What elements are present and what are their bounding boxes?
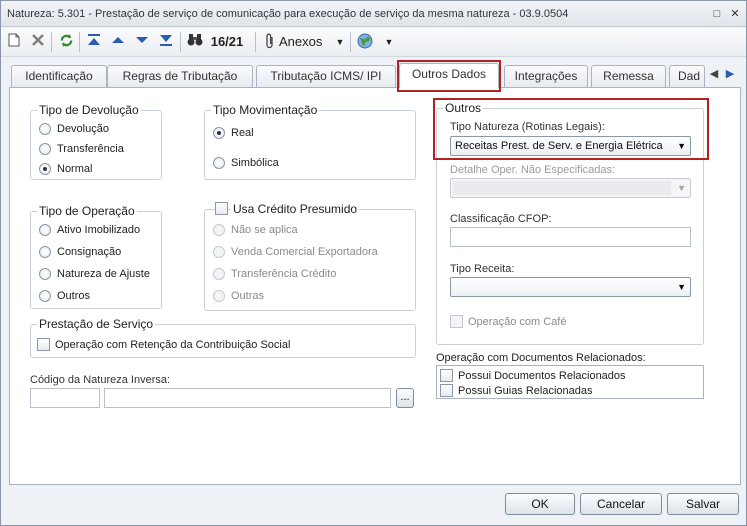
tab-remessa[interactable]: Remessa: [591, 65, 666, 87]
credito-presumido-group: Usa Crédito Presumido Não se aplica Vend…: [204, 202, 416, 311]
window-title: Natureza: 5.301 - Prestação de serviço d…: [7, 8, 569, 20]
tipo-receita-dropdown-icon: ▼: [677, 282, 686, 292]
first-record-icon[interactable]: [85, 33, 103, 51]
consignacao-label: Consignação: [57, 246, 122, 258]
normal-radio[interactable]: [39, 163, 51, 175]
tipo-operacao-group: Tipo de Operação Ativo Imobilizado Consi…: [30, 204, 162, 309]
transferencia-radio[interactable]: [39, 143, 51, 155]
natureza-inversa-label: Código da Natureza Inversa:: [30, 374, 171, 386]
binoculars-icon[interactable]: [186, 33, 204, 51]
retencao-contribuicao-social-label: Operação com Retenção da Contribuição So…: [55, 339, 291, 351]
close-icon[interactable]: ✕: [727, 6, 743, 22]
real-label: Real: [231, 127, 254, 139]
ativo-imobilizado-radio[interactable]: [39, 224, 51, 236]
venda-comercial-exportadora-label: Venda Comercial Exportadora: [231, 246, 378, 258]
usa-credito-presumido-label: Usa Crédito Presumido: [231, 202, 360, 216]
docs-relacionados-list: Possui Documentos Relacionados Possui Gu…: [436, 365, 704, 399]
tipo-natureza-dropdown-icon: ▼: [677, 141, 686, 151]
natureza-inversa-lookup-button[interactable]: ...: [396, 388, 414, 408]
outros-group: Outros Tipo Natureza (Rotinas Legais): R…: [436, 101, 704, 345]
tipo-devolucao-group: Tipo de Devolução Devolução Transferênci…: [30, 103, 162, 180]
devolucao-radio[interactable]: [39, 123, 51, 135]
tipo-natureza-select[interactable]: Receitas Prest. de Serv. e Energia Elétr…: [450, 136, 691, 156]
docs-relacionados-legend: Operação com Documentos Relacionados:: [436, 352, 646, 364]
classificacao-cfop-label: Classificação CFOP:: [450, 213, 552, 225]
outras-radio[interactable]: [213, 290, 225, 302]
transferencia-label: Transferência: [57, 143, 124, 155]
possui-guias-relacionadas-label: Possui Guias Relacionadas: [458, 385, 593, 397]
simbolica-label: Simbólica: [231, 157, 279, 169]
real-radio[interactable]: [213, 127, 225, 139]
natureza-inversa-code-input[interactable]: [30, 388, 100, 408]
tab-outros-dados[interactable]: Outros Dados: [399, 63, 499, 88]
detalhe-oper-dropdown-icon: ▼: [677, 183, 686, 193]
record-counter: 16/21: [210, 34, 244, 49]
toolbar: 16/21 Anexos ▼ ▼: [1, 28, 746, 57]
save-button[interactable]: Salvar: [667, 493, 739, 515]
possui-guias-relacionadas-checkbox[interactable]: [440, 384, 453, 397]
ativo-imobilizado-label: Ativo Imobilizado: [57, 224, 141, 236]
tipo-movimentacao-group: Tipo Movimentação Real Simbólica: [204, 103, 416, 180]
tab-scroll-right-icon[interactable]: ▶: [723, 65, 737, 83]
cancel-button[interactable]: Cancelar: [580, 493, 662, 515]
operacao-cafe-checkbox[interactable]: [450, 315, 463, 328]
simbolica-radio[interactable]: [213, 157, 225, 169]
natureza-ajuste-radio[interactable]: [39, 268, 51, 280]
next-record-icon[interactable]: [133, 33, 151, 51]
anexos-button[interactable]: Anexos: [279, 33, 329, 51]
detalhe-oper-select[interactable]: ▼: [450, 178, 691, 198]
tab-dados[interactable]: Dad: [669, 65, 705, 87]
globe-icon[interactable]: [356, 33, 374, 51]
natureza-ajuste-label: Natureza de Ajuste: [57, 268, 150, 280]
new-icon[interactable]: [6, 33, 22, 51]
usa-credito-presumido-checkbox[interactable]: [215, 202, 228, 215]
tab-bar: Identificação Regras de Tributação Tribu…: [9, 63, 742, 88]
detalhe-oper-label: Detalhe Oper. Não Especificadas:: [450, 164, 616, 176]
outros-operacao-radio[interactable]: [39, 290, 51, 302]
tab-identificacao[interactable]: Identificação: [11, 65, 107, 87]
devolucao-label: Devolução: [57, 123, 109, 135]
tipo-devolucao-legend: Tipo de Devolução: [37, 103, 141, 117]
normal-label: Normal: [57, 163, 93, 175]
tab-scroll-left-icon[interactable]: ◀: [707, 65, 721, 83]
anexos-dropdown-icon[interactable]: ▼: [334, 33, 346, 51]
tipo-natureza-label: Tipo Natureza (Rotinas Legais):: [450, 121, 605, 133]
last-record-icon[interactable]: [157, 33, 175, 51]
nao-se-aplica-radio[interactable]: [213, 224, 225, 236]
possui-documentos-relacionados-checkbox[interactable]: [440, 369, 453, 382]
tipo-receita-select[interactable]: ▼: [450, 277, 691, 297]
title-bar: Natureza: 5.301 - Prestação de serviço d…: [1, 1, 746, 27]
tab-regras-tributacao[interactable]: Regras de Tributação: [107, 65, 253, 87]
consignacao-radio[interactable]: [39, 246, 51, 258]
tipo-natureza-value: Receitas Prest. de Serv. e Energia Elétr…: [455, 140, 663, 152]
nao-se-aplica-label: Não se aplica: [231, 224, 298, 236]
previous-record-icon[interactable]: [109, 33, 127, 51]
restore-icon[interactable]: □: [709, 6, 725, 22]
tab-integracoes[interactable]: Integrações: [504, 65, 588, 87]
tipo-receita-label: Tipo Receita:: [450, 263, 515, 275]
outros-legend: Outros: [443, 101, 484, 115]
possui-documentos-relacionados-label: Possui Documentos Relacionados: [458, 370, 626, 382]
refresh-icon[interactable]: [57, 33, 75, 51]
natureza-inversa-description-input[interactable]: [104, 388, 391, 408]
operacao-cafe-label: Operação com Café: [468, 316, 567, 328]
prestacao-servico-group: Prestação de Serviço Operação com Retenç…: [30, 317, 416, 358]
classificacao-cfop-input[interactable]: [450, 227, 691, 247]
transferencia-credito-label: Transferência Crédito: [231, 268, 337, 280]
dialog-window: Natureza: 5.301 - Prestação de serviço d…: [0, 0, 747, 526]
outros-dados-panel: Tipo de Devolução Devolução Transferênci…: [9, 87, 741, 485]
globe-dropdown-icon[interactable]: ▼: [383, 33, 395, 51]
tipo-movimentacao-legend: Tipo Movimentação: [211, 103, 320, 117]
retencao-contribuicao-social-checkbox[interactable]: [37, 338, 50, 351]
venda-comercial-exportadora-radio[interactable]: [213, 246, 225, 258]
outros-operacao-label: Outros: [57, 290, 91, 302]
outras-label: Outras: [231, 290, 265, 302]
paperclip-icon[interactable]: [263, 33, 277, 51]
delete-icon[interactable]: [29, 33, 47, 51]
ok-button[interactable]: OK: [505, 493, 575, 515]
tab-tributacao-icms-ipi[interactable]: Tributação ICMS/ IPI: [256, 65, 396, 87]
tipo-operacao-legend: Tipo de Operação: [37, 204, 137, 218]
transferencia-credito-radio[interactable]: [213, 268, 225, 280]
prestacao-servico-legend: Prestação de Serviço: [37, 317, 156, 331]
